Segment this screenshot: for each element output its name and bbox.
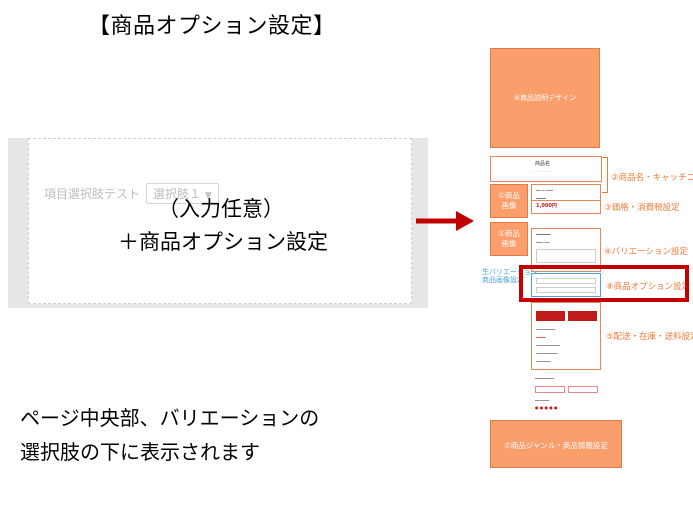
genre-block: ⑦商品ジャンル・商品情報設定 — [490, 420, 622, 468]
annotation-price-tax: ③価格・消費税設定 — [604, 203, 680, 213]
annotation-shipping: ⑤配送・在庫・送料設定 — [606, 332, 693, 342]
price-box: 1,000円 — [531, 200, 601, 214]
arrow-right-icon — [416, 211, 474, 231]
option-setting-note: ＋商品オプション設定 — [118, 230, 328, 254]
annotation-name-catch: ②商品名・キャッチコピー — [611, 173, 693, 183]
image-block-2: ①商品 画像 — [490, 222, 528, 256]
misc-info-area: ━━━━━━━━ ━━━━━━ ● ● ● ● ● — [531, 372, 601, 418]
caption-line-1: ページ中央部、バリエーションの — [20, 406, 320, 430]
design-block: ⑥商品説明デザイン — [490, 48, 600, 148]
caption-line-2: 選択肢の下に表示されます — [20, 440, 260, 464]
image-block-1: ①商品 画像 — [490, 184, 528, 218]
page-title: 【商品オプション設定】 — [88, 14, 336, 39]
optional-note: （入力任意） — [158, 197, 284, 221]
annotation-variation: ④バリエーション設定 — [604, 247, 688, 257]
product-name-box: 商品名 - - - - - - - - — [490, 156, 602, 182]
shipping-box: ━━━━━━━━ ━━━━ ━━━━━━━━━━ ━━━━━━━━━ ━━━━━… — [531, 302, 601, 370]
option-highlight-box — [519, 265, 689, 302]
option-field-label: 項目選択肢テスト — [44, 187, 141, 201]
